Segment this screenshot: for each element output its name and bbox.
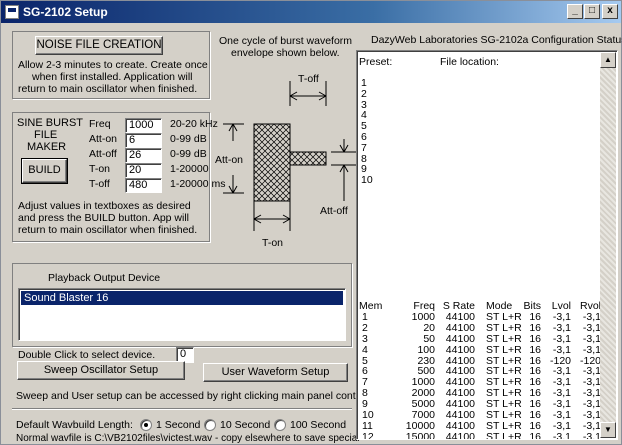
freq-label: Freq	[89, 118, 111, 130]
memory-cell: 12	[362, 430, 374, 440]
scroll-up-icon[interactable]: ▲	[600, 52, 616, 68]
maximize-button[interactable]: □	[584, 4, 600, 19]
att-on-range: 0-99 dB	[170, 133, 207, 145]
memory-cell: -3,1	[582, 332, 601, 345]
radio-1-second-label[interactable]: 1 Second	[156, 419, 200, 431]
config-status-heading: DazyWeb Laboratories SG-2102a Configurat…	[371, 34, 622, 46]
memory-row: 4 100 44100 ST L+R 16 -3,1 -3,1	[359, 343, 601, 356]
sweep-oscillator-setup-button[interactable]: Sweep Oscillator Setup	[17, 361, 185, 380]
memory-table: Mem Freq S Rate Mode Bits Lvol Rvol 1 1000 44100…	[359, 301, 601, 440]
user-waveform-setup-button[interactable]: User Waveform Setup	[203, 363, 348, 382]
scroll-down-icon[interactable]: ▼	[600, 422, 616, 438]
wavbuild-length-label: Default Wavbuild Length:	[16, 419, 133, 431]
att-off-field-label: Att-off	[89, 148, 117, 160]
t-off-input[interactable]: 480	[125, 178, 162, 193]
memory-row: 12 15000 44100 ST L+R 16 -3,1 -3,1	[359, 430, 601, 440]
sine-burst-title-1: SINE BURST	[17, 117, 84, 129]
t-off-label: T-off	[298, 73, 319, 85]
title-bar[interactable]: SG-2102 Setup _ □ x	[1, 1, 621, 23]
memory-cell: 16	[529, 343, 541, 356]
memory-cell: 3	[362, 332, 368, 345]
sine-burst-title-3: MAKER	[27, 141, 67, 153]
build-button[interactable]: BUILD	[21, 158, 68, 184]
setup-window: SG-2102 Setup _ □ x NOISE FILE CREATION …	[0, 0, 622, 445]
memory-cell: 44100	[445, 343, 475, 356]
memory-cell: ST L+R	[486, 343, 522, 356]
double-click-hint: Double Click to select device.	[18, 349, 156, 361]
freq-input[interactable]: 1000	[125, 118, 162, 133]
sine-burst-title-2: FILE	[34, 129, 58, 141]
config-status-panel[interactable]: Preset: File location: 1 2 3 4 5 6 7 8 9 10 Mem Fr…	[356, 50, 618, 440]
t-on-label: T-on	[262, 237, 284, 249]
memory-cell: ST L+R	[486, 332, 522, 345]
radio-10-second-label[interactable]: 10 Second	[220, 419, 270, 431]
app-icon	[5, 5, 19, 19]
att-on-label: Att-on	[215, 154, 244, 166]
setup-access-note: Sweep and User setup can be accessed by …	[16, 390, 376, 402]
minimize-button[interactable]: _	[567, 4, 583, 19]
memory-cell: ST L+R	[486, 430, 522, 440]
wavfile-footer: Normal wavfile is C:\VB2102files\victest…	[16, 433, 360, 444]
envelope-caption-1: One cycle of burst waveform	[219, 35, 353, 47]
t-on-input[interactable]: 20	[125, 163, 162, 178]
freq-range: 20-20 kHz	[170, 118, 218, 130]
memory-cell: -3,1	[582, 430, 601, 440]
close-button[interactable]: x	[602, 4, 618, 19]
memory-cell: -3,1	[552, 343, 571, 356]
t-on-range: 1-20000	[170, 163, 209, 175]
t-on-field-label: T-on	[89, 163, 111, 175]
vertical-scrollbar[interactable]: ▲ ▼	[600, 52, 616, 438]
window-title: SG-2102 Setup	[23, 5, 108, 19]
att-off-input[interactable]: 26	[125, 148, 162, 163]
build-help-3: return to main oscillator when finished.	[18, 224, 198, 236]
memory-row: 3 50 44100 ST L+R 16 -3,1 -3,1	[359, 332, 601, 345]
memory-cell: 44100	[445, 332, 475, 345]
build-help-2: and press the BUILD button. App will	[18, 212, 190, 224]
att-on-input[interactable]: 6	[125, 133, 162, 148]
device-item[interactable]: Sound Blaster 16	[21, 291, 343, 305]
memory-cell: 100	[417, 343, 435, 356]
att-off-label: Att-off	[320, 205, 348, 217]
memory-cell: -3,1	[552, 430, 571, 440]
t-off-range: 1-20000 ms	[170, 178, 226, 190]
radio-10-second[interactable]	[204, 419, 216, 431]
device-listbox[interactable]: Sound Blaster 16	[18, 288, 346, 341]
divider	[12, 408, 352, 410]
memory-cell: 4	[362, 343, 368, 356]
file-location-label: File location:	[440, 56, 499, 68]
att-off-range: 0-99 dB	[170, 148, 207, 160]
noise-description-3: return to main oscillator when finished.	[18, 83, 198, 95]
memory-cell: -3,1	[582, 343, 601, 356]
build-help-1: Adjust values in textboxes as desired	[18, 200, 191, 212]
radio-1-second[interactable]	[140, 419, 152, 431]
memory-cell: 50	[423, 332, 435, 345]
radio-100-second[interactable]	[274, 419, 286, 431]
noise-description-2: when first installed. Application will	[32, 71, 193, 83]
att-on-field-label: Att-on	[89, 133, 118, 145]
preset-number: 10	[361, 174, 373, 187]
noise-description-1: Allow 2-3 minutes to create. Create once	[18, 59, 208, 71]
memory-cell: 44100	[445, 430, 475, 440]
envelope-caption-2: envelope shown below.	[231, 47, 340, 59]
t-off-field-label: T-off	[89, 178, 110, 190]
memory-cell: 16	[529, 430, 541, 440]
preset-label: Preset:	[359, 56, 393, 68]
memory-cell: -3,1	[552, 332, 571, 345]
noise-file-creation-button[interactable]: NOISE FILE CREATION	[35, 36, 163, 55]
radio-100-second-label[interactable]: 100 Second	[290, 419, 346, 431]
memory-cell: 16	[529, 332, 541, 345]
playback-title: Playback Output Device	[48, 272, 161, 284]
memory-cell: 15000	[405, 430, 435, 440]
